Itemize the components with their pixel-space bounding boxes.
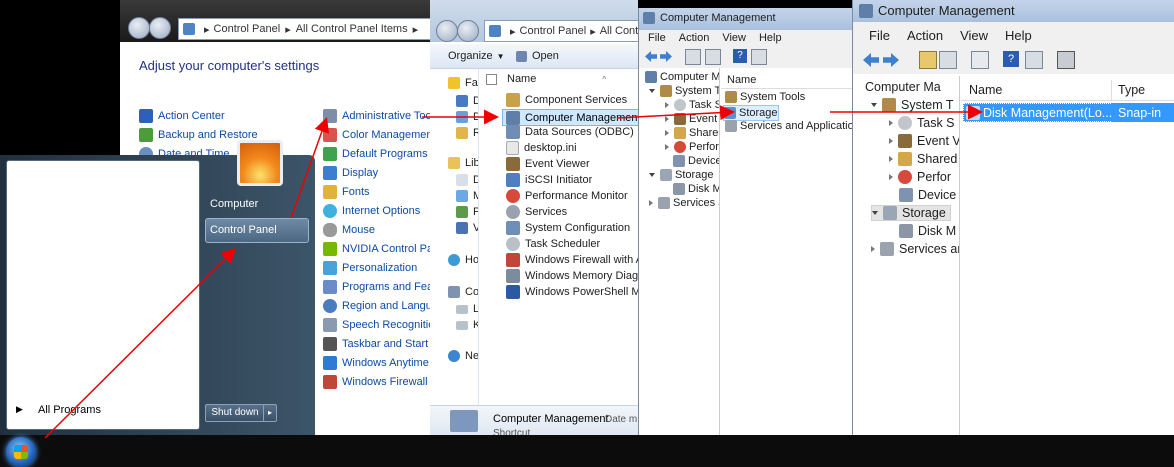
arrow-start-to-control-panel: [44, 247, 237, 439]
arrow-computer-management-to-storage: [616, 105, 735, 121]
arrow-control-panel-to-admin-tools: [290, 117, 330, 219]
instruction-arrows: [44, 104, 983, 439]
